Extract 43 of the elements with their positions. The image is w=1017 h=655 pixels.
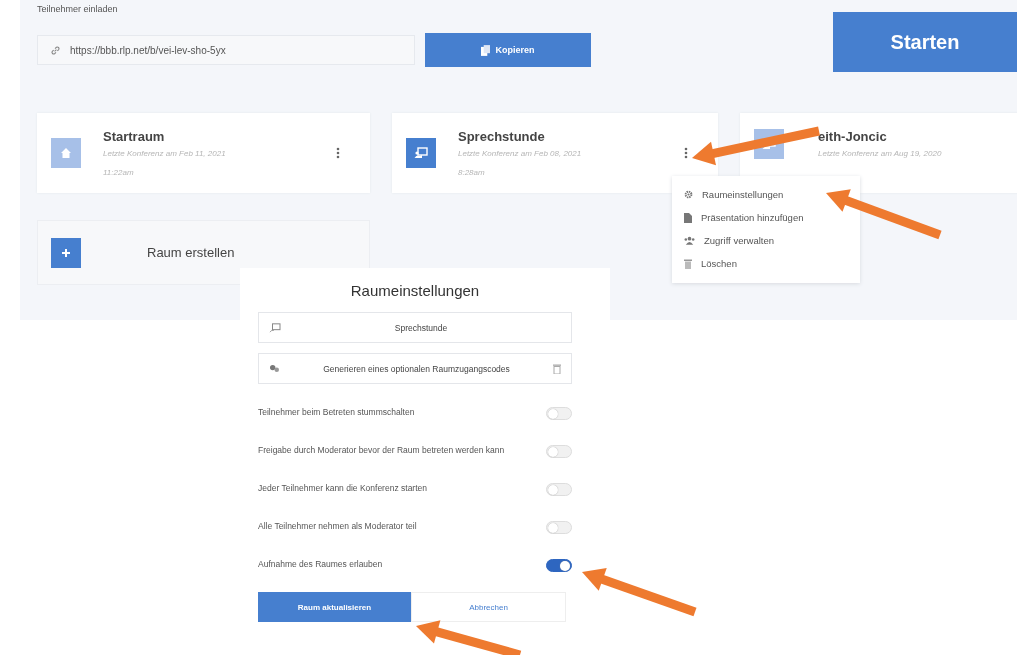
invite-url: https://bbb.rlp.net/b/vei-lev-sho-5yx [70,44,226,56]
trash-icon[interactable] [553,363,561,374]
last-conference-time: 11:22am [103,168,135,177]
invite-url-field[interactable]: https://bbb.rlp.net/b/vei-lev-sho-5yx [37,35,415,65]
room-name: eith-Joncic [818,129,888,144]
update-room-button[interactable]: Raum aktualisieren [258,592,411,622]
more-options-icon[interactable] [684,147,688,159]
room-name: Sprechstunde [458,129,546,144]
option-label: Alle Teilnehmer nehmen als Moderator teil [258,520,417,534]
plus-icon [51,237,81,268]
option-label: Jeder Teilnehmer kann die Konferenz starten [258,482,427,496]
toggle-switch[interactable] [546,558,572,572]
file-icon [684,212,692,223]
copy-button[interactable]: Kopieren [425,33,591,67]
users-icon [684,236,695,245]
room-card[interactable]: Sprechstunde Letzte Konferenz am Feb 08, 2021 8:28am [392,113,718,193]
option-label: Teilnehmer beim Betreten stummschalten [258,406,415,420]
key-icon [269,364,280,373]
room-name-field[interactable]: Sprechstunde [258,312,572,343]
link-icon [50,44,61,56]
menu-item[interactable]: Zugriff verwalten [672,229,860,252]
access-code-field[interactable]: Generieren eines optionalen Raumzugangscodes [258,353,572,384]
menu-item[interactable]: Löschen [672,252,860,275]
last-conference-text: Letzte Konferenz am Feb 11, 2021 [103,149,227,158]
chalkboard-icon [269,322,281,333]
copy-icon [481,44,491,56]
room-card[interactable]: Startraum Letzte Konferenz am Feb 11, 2021 11:22am [37,113,370,193]
last-conference-text: Letzte Konferenz am Aug 19, 2020 [818,149,943,158]
last-conference-time: 8:28am [458,168,486,177]
last-conference-text: Letzte Konferenz am Feb 08, 2021 [458,149,583,158]
option-label: Freigabe durch Moderator bevor der Raum betreten werden kann [258,444,505,458]
gear-icon [684,190,693,199]
cancel-button[interactable]: Abbrechen [411,592,566,622]
more-options-icon[interactable] [336,147,340,159]
create-room-label: Raum erstellen [147,245,235,260]
option-label: Aufnahme des Raumes erlauben [258,558,383,572]
trash-icon [684,258,692,269]
room-name: Startraum [103,129,166,144]
invite-label: Teilnehmer einladen [37,4,119,14]
chalkboard-icon [414,147,428,159]
menu-item[interactable]: Präsentation hinzufügen [672,206,860,229]
house-icon [60,147,72,159]
start-button[interactable]: Starten [833,12,1017,72]
